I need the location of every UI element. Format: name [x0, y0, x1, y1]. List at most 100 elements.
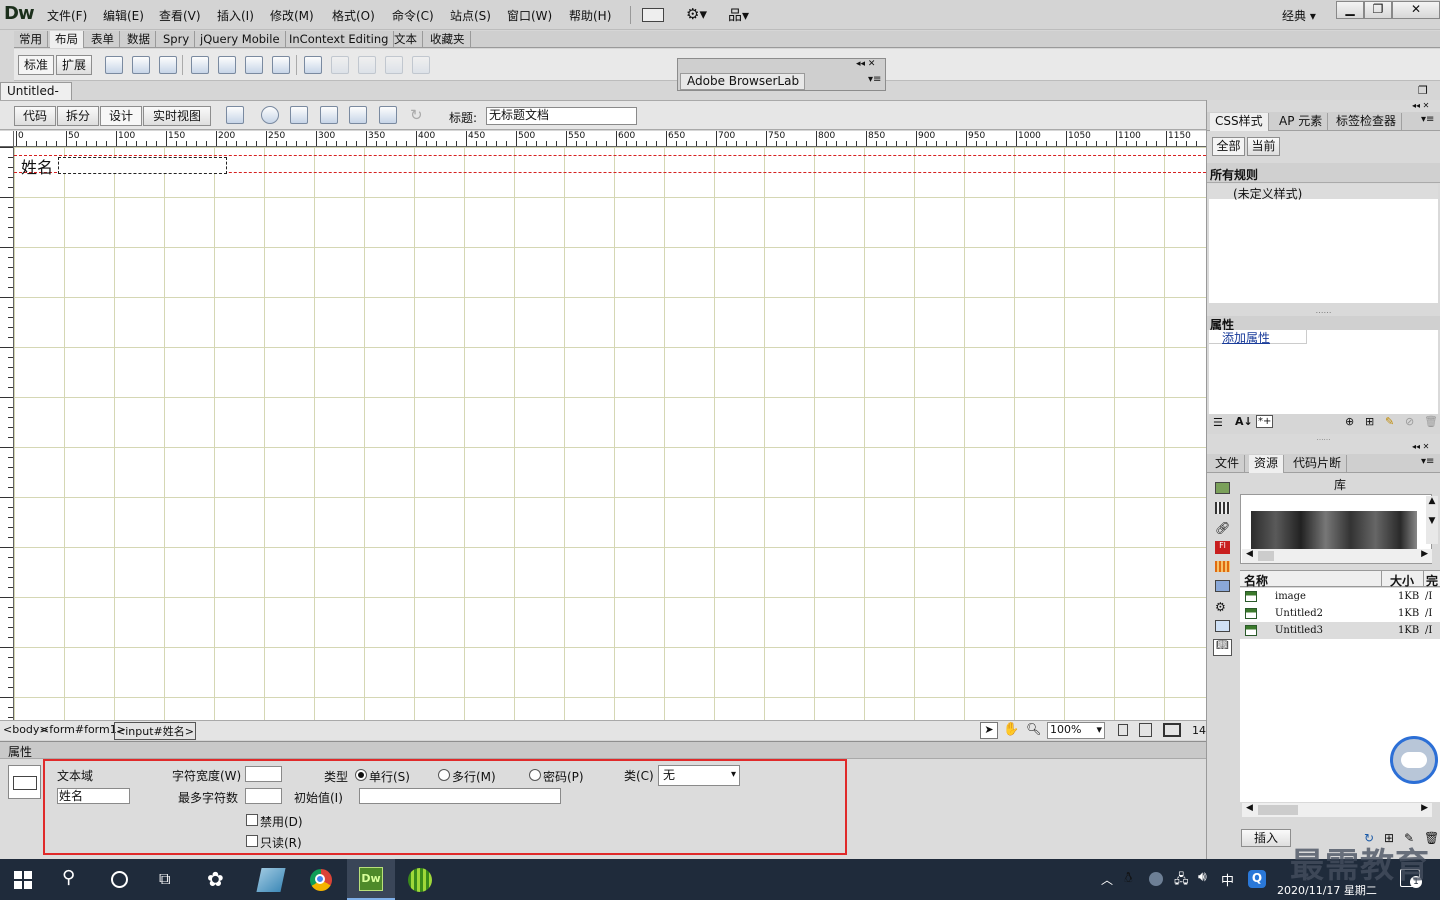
tab-ap-elements[interactable]: AP 元素: [1274, 113, 1329, 131]
library-row[interactable]: Untitled2 1KB/I: [1240, 605, 1440, 622]
images-icon[interactable]: [1215, 482, 1230, 494]
browser-compat-icon[interactable]: [349, 106, 367, 124]
list-hscrollbar[interactable]: ◀ ▶: [1242, 803, 1432, 817]
flash-icon[interactable]: Fl: [1215, 541, 1230, 554]
spry-collapsible-icon[interactable]: [272, 56, 290, 74]
text-field-placeholder[interactable]: [58, 157, 227, 174]
tab-incontext-editing[interactable]: InContext Editing: [284, 31, 395, 48]
class-select[interactable]: 无 ▾: [658, 765, 740, 786]
table-icon[interactable]: [304, 56, 322, 74]
disable-rule-icon[interactable]: ⊘: [1405, 415, 1414, 428]
column-name[interactable]: 名称: [1244, 572, 1268, 589]
splitter-grip[interactable]: ……: [1207, 434, 1440, 442]
radio-single-line[interactable]: [355, 769, 367, 781]
spry-accordion-icon[interactable]: [245, 56, 263, 74]
textfield-name-input[interactable]: 姓名: [57, 788, 130, 804]
preview-browser-icon[interactable]: [261, 106, 279, 124]
tab-files[interactable]: 文件: [1210, 455, 1246, 473]
az-list-icon[interactable]: A↓: [1235, 415, 1253, 428]
tab-snippets[interactable]: 代码片断: [1288, 455, 1348, 473]
splitter-grip[interactable]: ……: [1207, 306, 1440, 316]
library-row[interactable]: image 1KB/I: [1240, 588, 1440, 605]
task-view-icon[interactable]: ⧉: [159, 869, 170, 889]
ap-div-icon[interactable]: [159, 56, 177, 74]
preview-hscrollbar[interactable]: ◀ ▶: [1242, 549, 1432, 563]
volume-icon[interactable]: 🔊︎: [1198, 869, 1207, 885]
watermelon-app-icon[interactable]: [408, 868, 432, 892]
spry-tabs-icon[interactable]: [218, 56, 236, 74]
new-rule-icon[interactable]: ⊞: [1365, 415, 1374, 428]
movies-icon[interactable]: [1215, 580, 1230, 592]
expanded-mode-button[interactable]: 扩展: [56, 55, 92, 75]
panel-menu-icon[interactable]: ▾≡: [1421, 456, 1434, 467]
insert-button[interactable]: 插入: [1241, 829, 1291, 847]
ime-indicator[interactable]: 中: [1221, 870, 1234, 889]
document-title-input[interactable]: 无标题文档: [486, 107, 637, 125]
restore-button[interactable]: ❐: [1364, 1, 1392, 19]
site-manager-icon[interactable]: 品▾: [728, 5, 749, 25]
tray-expand-icon[interactable]: ︿: [1101, 871, 1113, 888]
gear-icon[interactable]: ⚙▾: [686, 5, 707, 23]
shockwave-icon[interactable]: [1215, 561, 1230, 572]
tray-app-icon[interactable]: [1149, 872, 1163, 886]
file-management-icon[interactable]: [290, 106, 308, 124]
menu-site[interactable]: 站点(S): [450, 7, 491, 24]
menu-help[interactable]: 帮助(H): [569, 7, 611, 24]
phone-size-icon[interactable]: [1118, 724, 1128, 736]
design-view-button[interactable]: 设计: [100, 106, 142, 126]
close-button[interactable]: ✕: [1392, 1, 1440, 19]
document-tab[interactable]: Untitled-1*: [0, 82, 72, 114]
design-canvas[interactable]: 姓名: [14, 147, 1206, 720]
zoom-tool-icon[interactable]: 🔍︎: [1026, 722, 1041, 736]
all-mode-button[interactable]: 全部: [1212, 137, 1245, 156]
menu-insert[interactable]: 插入(I): [217, 7, 254, 24]
tab-favorites[interactable]: 收藏夹: [425, 31, 471, 48]
urls-icon[interactable]: 🔗︎: [1215, 521, 1230, 535]
fluid-grid-icon[interactable]: [132, 56, 150, 74]
panel-menu-icon[interactable]: ▾≡: [1421, 114, 1434, 125]
menu-modify[interactable]: 修改(M): [270, 7, 314, 24]
restore-doc-icon[interactable]: ❐: [1418, 84, 1428, 97]
multiscreen-icon[interactable]: [226, 106, 244, 124]
chrome-icon[interactable]: [309, 868, 333, 892]
menu-view[interactable]: 查看(V): [159, 7, 201, 24]
scripts-icon[interactable]: ⚙︎: [1215, 600, 1226, 614]
disabled-checkbox[interactable]: [246, 814, 258, 826]
library-row[interactable]: Untitled3 1KB/I: [1240, 622, 1440, 639]
tab-common[interactable]: 常用: [14, 31, 48, 48]
code-view-button[interactable]: 代码: [14, 106, 56, 126]
zoom-select[interactable]: 100% ▾: [1047, 722, 1105, 739]
live-view-button[interactable]: 实时视图: [143, 106, 211, 126]
column-full-path[interactable]: 完: [1426, 572, 1438, 589]
initial-value-input[interactable]: [359, 788, 561, 804]
windows-start-icon[interactable]: [14, 871, 32, 889]
colors-icon[interactable]: [1215, 502, 1230, 514]
tab-data[interactable]: 数据: [122, 31, 156, 48]
app-icon[interactable]: [256, 868, 286, 892]
readonly-checkbox[interactable]: [246, 835, 258, 847]
char-width-input[interactable]: [245, 766, 282, 782]
qq-tray-icon[interactable]: 🐧︎: [1124, 870, 1133, 888]
show-set-icon[interactable]: *+: [1256, 415, 1274, 428]
visual-aids-icon[interactable]: [379, 106, 397, 124]
tab-spry[interactable]: Spry: [158, 31, 196, 48]
insert-div-icon[interactable]: [105, 56, 123, 74]
tab-assets[interactable]: 资源: [1249, 455, 1285, 473]
attach-style-icon[interactable]: ⊕: [1345, 415, 1354, 428]
browserlab-tab[interactable]: Adobe BrowserLab: [680, 73, 805, 90]
search-icon[interactable]: ⚲: [62, 867, 75, 888]
cortana-icon[interactable]: [111, 871, 128, 888]
show-category-icon[interactable]: ☰: [1213, 416, 1223, 429]
network-icon[interactable]: 🖧︎: [1174, 870, 1189, 892]
workspace-switcher[interactable]: 经典 ▾: [1282, 7, 1316, 24]
assistant-avatar[interactable]: [1390, 736, 1438, 784]
menu-window[interactable]: 窗口(W): [507, 7, 552, 24]
q-app-icon[interactable]: Q: [1248, 870, 1266, 888]
ruler-origin[interactable]: [0, 131, 14, 147]
current-mode-button[interactable]: 当前: [1247, 137, 1280, 156]
templates-icon[interactable]: [1215, 620, 1230, 632]
library-icon[interactable]: 📖︎: [1213, 639, 1232, 656]
edit-rule-icon[interactable]: ✎: [1385, 415, 1394, 428]
dreamweaver-taskbar-item[interactable]: Dw: [347, 859, 395, 900]
w3c-validation-icon[interactable]: [320, 106, 338, 124]
